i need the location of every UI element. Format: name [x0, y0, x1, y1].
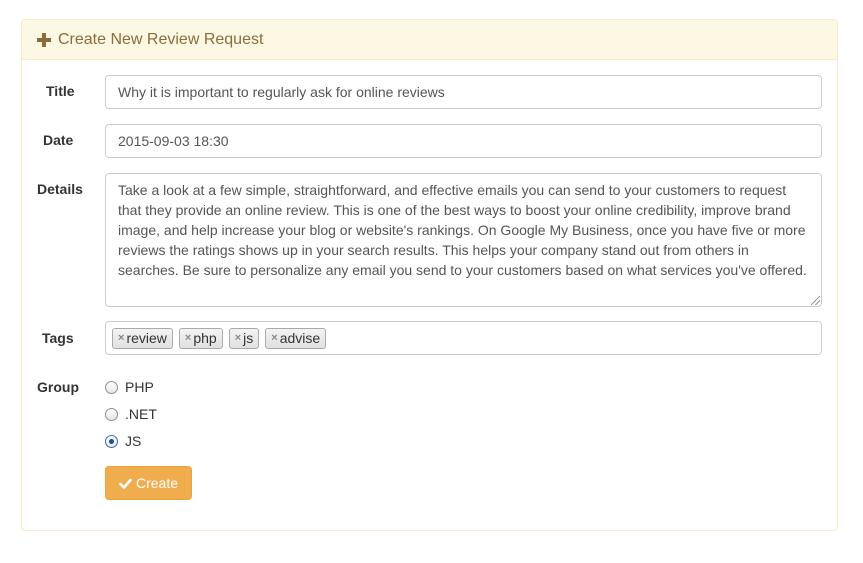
tag-chip: × js [228, 327, 260, 349]
tag-label: advise [279, 330, 321, 346]
tag-chip: × php [178, 327, 223, 349]
tag-remove-icon[interactable]: × [271, 332, 277, 344]
radio-button[interactable] [105, 434, 118, 448]
check-icon [119, 477, 132, 490]
tag-label: review [126, 330, 167, 346]
form-body: Title Why it is important to regularly a… [22, 20, 837, 530]
tags-label: Tags [42, 330, 74, 346]
details-textarea[interactable]: Take a look at a few simple, straightfor… [105, 173, 822, 307]
tag-remove-icon[interactable]: × [235, 332, 241, 344]
create-button[interactable]: Create [105, 466, 192, 500]
tag-label: js [243, 330, 254, 346]
title-label: Title [46, 83, 75, 99]
radio-button[interactable] [105, 380, 118, 394]
tag-remove-icon[interactable]: × [118, 332, 124, 344]
title-input[interactable]: Why it is important to regularly ask for… [105, 75, 822, 109]
tag-chip: × advise [265, 327, 327, 349]
tag-remove-icon[interactable]: × [185, 332, 191, 344]
group-option[interactable]: PHP [105, 379, 154, 395]
group-option[interactable]: .NET [105, 406, 157, 422]
create-button-label: Create [135, 475, 179, 491]
group-option-label: JS [125, 433, 142, 449]
review-request-panel: Create New Review Request Title Why it i… [21, 19, 838, 531]
tag-chip: × review [112, 327, 173, 349]
details-label: Details [37, 181, 83, 197]
tag-label: php [193, 330, 217, 346]
date-input[interactable]: 2015-09-03 18:30 [105, 124, 822, 158]
radio-button[interactable] [105, 407, 118, 421]
tags-input[interactable]: × review × php × js × advise [105, 321, 822, 355]
group-option[interactable]: JS [105, 433, 141, 449]
details-text: Take a look at a few simple, straightfor… [118, 182, 807, 278]
group-label: Group [37, 379, 79, 395]
date-label: Date [43, 132, 74, 148]
group-option-label: .NET [125, 406, 157, 422]
group-option-label: PHP [125, 379, 154, 395]
resize-grip-icon[interactable] [811, 296, 820, 305]
